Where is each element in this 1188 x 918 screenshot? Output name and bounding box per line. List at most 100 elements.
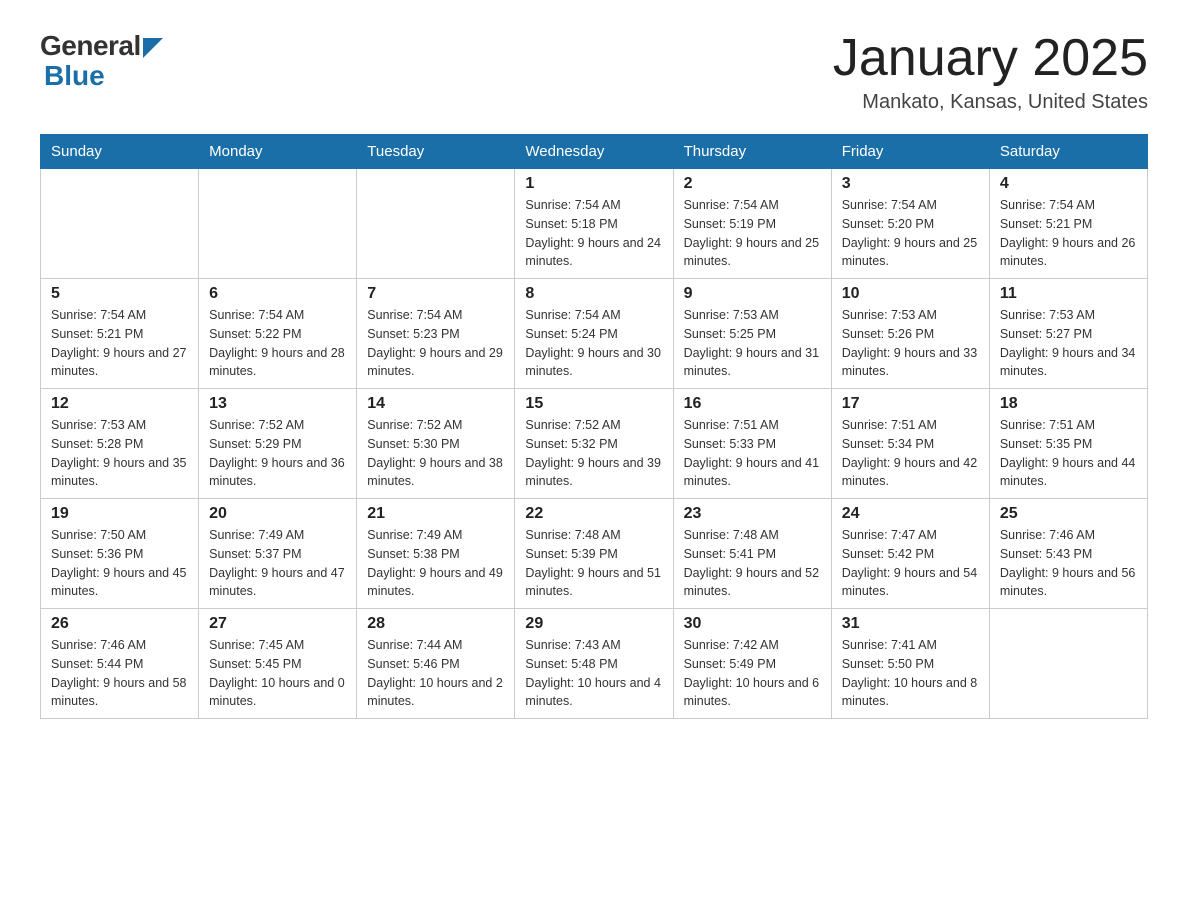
- calendar-cell: 21 Sunrise: 7:49 AMSunset: 5:38 PMDayligh…: [357, 499, 515, 609]
- day-info: Sunrise: 7:48 AMSunset: 5:39 PMDaylight:…: [525, 526, 662, 601]
- calendar-location: Mankato, Kansas, United States: [833, 91, 1148, 114]
- day-number: 14: [367, 395, 504, 413]
- day-info: Sunrise: 7:54 AMSunset: 5:21 PMDaylight:…: [1000, 196, 1137, 271]
- weekday-header-row: SundayMondayTuesdayWednesdayThursdayFrid…: [41, 135, 1148, 169]
- day-info: Sunrise: 7:49 AMSunset: 5:38 PMDaylight:…: [367, 526, 504, 601]
- calendar-cell: 20 Sunrise: 7:49 AMSunset: 5:37 PMDayligh…: [199, 499, 357, 609]
- weekday-header-wednesday: Wednesday: [515, 135, 673, 169]
- page-header: General Blue January 2025 Mankato, Kansa…: [40, 30, 1148, 114]
- calendar-cell: 22 Sunrise: 7:48 AMSunset: 5:39 PMDayligh…: [515, 499, 673, 609]
- day-info: Sunrise: 7:46 AMSunset: 5:43 PMDaylight:…: [1000, 526, 1137, 601]
- day-info: Sunrise: 7:54 AMSunset: 5:24 PMDaylight:…: [525, 306, 662, 381]
- day-info: Sunrise: 7:49 AMSunset: 5:37 PMDaylight:…: [209, 526, 346, 601]
- calendar-cell: [41, 169, 199, 279]
- logo-triangle-icon: [143, 38, 163, 58]
- calendar-cell: 2 Sunrise: 7:54 AMSunset: 5:19 PMDaylight…: [673, 169, 831, 279]
- day-number: 4: [1000, 175, 1137, 193]
- day-number: 28: [367, 615, 504, 633]
- day-info: Sunrise: 7:54 AMSunset: 5:19 PMDaylight:…: [684, 196, 821, 271]
- day-number: 3: [842, 175, 979, 193]
- day-number: 6: [209, 285, 346, 303]
- weekday-header-saturday: Saturday: [989, 135, 1147, 169]
- calendar-cell: 25Sunrise: 7:46 AMSunset: 5:43 PMDayligh…: [989, 499, 1147, 609]
- day-number: 15: [525, 395, 662, 413]
- day-number: 13: [209, 395, 346, 413]
- day-number: 30: [684, 615, 821, 633]
- calendar-cell: [199, 169, 357, 279]
- day-info: Sunrise: 7:53 AMSunset: 5:26 PMDaylight:…: [842, 306, 979, 381]
- day-number: 20: [209, 505, 346, 523]
- day-number: 9: [684, 285, 821, 303]
- day-info: Sunrise: 7:48 AMSunset: 5:41 PMDaylight:…: [684, 526, 821, 601]
- calendar-cell: 26 Sunrise: 7:46 AMSunset: 5:44 PMDayligh…: [41, 609, 199, 719]
- day-info: Sunrise: 7:53 AMSunset: 5:25 PMDaylight:…: [684, 306, 821, 381]
- calendar-cell: 13Sunrise: 7:52 AMSunset: 5:29 PMDayligh…: [199, 389, 357, 499]
- calendar-cell: 31 Sunrise: 7:41 AMSunset: 5:50 PMDayligh…: [831, 609, 989, 719]
- calendar-cell: 8 Sunrise: 7:54 AMSunset: 5:24 PMDaylight…: [515, 279, 673, 389]
- calendar-cell: 5 Sunrise: 7:54 AMSunset: 5:21 PMDaylight…: [41, 279, 199, 389]
- day-number: 19: [51, 505, 188, 523]
- calendar-cell: 9 Sunrise: 7:53 AMSunset: 5:25 PMDaylight…: [673, 279, 831, 389]
- day-info: Sunrise: 7:53 AMSunset: 5:28 PMDaylight:…: [51, 416, 188, 491]
- day-number: 24: [842, 505, 979, 523]
- calendar-cell: [989, 609, 1147, 719]
- day-number: 2: [684, 175, 821, 193]
- day-number: 11: [1000, 285, 1137, 303]
- weekday-header-friday: Friday: [831, 135, 989, 169]
- title-block: January 2025 Mankato, Kansas, United Sta…: [833, 30, 1148, 114]
- day-number: 18: [1000, 395, 1137, 413]
- calendar-cell: 7Sunrise: 7:54 AMSunset: 5:23 PMDaylight…: [357, 279, 515, 389]
- calendar-title: January 2025: [833, 30, 1148, 87]
- day-info: Sunrise: 7:41 AMSunset: 5:50 PMDaylight:…: [842, 636, 979, 711]
- day-number: 22: [525, 505, 662, 523]
- calendar-cell: 16 Sunrise: 7:51 AMSunset: 5:33 PMDayligh…: [673, 389, 831, 499]
- calendar-cell: 23 Sunrise: 7:48 AMSunset: 5:41 PMDayligh…: [673, 499, 831, 609]
- calendar-cell: 10 Sunrise: 7:53 AMSunset: 5:26 PMDayligh…: [831, 279, 989, 389]
- calendar-week-2: 5 Sunrise: 7:54 AMSunset: 5:21 PMDaylight…: [41, 279, 1148, 389]
- day-info: Sunrise: 7:54 AMSunset: 5:21 PMDaylight:…: [51, 306, 188, 381]
- day-info: Sunrise: 7:52 AMSunset: 5:32 PMDaylight:…: [525, 416, 662, 491]
- day-number: 29: [525, 615, 662, 633]
- day-info: Sunrise: 7:54 AMSunset: 5:18 PMDaylight:…: [525, 196, 662, 271]
- day-number: 26: [51, 615, 188, 633]
- calendar-cell: 30Sunrise: 7:42 AMSunset: 5:49 PMDayligh…: [673, 609, 831, 719]
- day-number: 23: [684, 505, 821, 523]
- day-info: Sunrise: 7:46 AMSunset: 5:44 PMDaylight:…: [51, 636, 188, 711]
- calendar-week-4: 19 Sunrise: 7:50 AMSunset: 5:36 PMDayligh…: [41, 499, 1148, 609]
- day-number: 12: [51, 395, 188, 413]
- day-number: 5: [51, 285, 188, 303]
- day-number: 21: [367, 505, 504, 523]
- calendar-week-5: 26 Sunrise: 7:46 AMSunset: 5:44 PMDayligh…: [41, 609, 1148, 719]
- calendar-cell: 17Sunrise: 7:51 AMSunset: 5:34 PMDayligh…: [831, 389, 989, 499]
- logo: General Blue: [40, 30, 163, 90]
- calendar-cell: 28 Sunrise: 7:44 AMSunset: 5:46 PMDayligh…: [357, 609, 515, 719]
- day-info: Sunrise: 7:54 AMSunset: 5:20 PMDaylight:…: [842, 196, 979, 271]
- calendar-cell: 4 Sunrise: 7:54 AMSunset: 5:21 PMDaylight…: [989, 169, 1147, 279]
- day-info: Sunrise: 7:50 AMSunset: 5:36 PMDaylight:…: [51, 526, 188, 601]
- calendar-table: SundayMondayTuesdayWednesdayThursdayFrid…: [40, 134, 1148, 719]
- weekday-header-sunday: Sunday: [41, 135, 199, 169]
- calendar-week-1: 1Sunrise: 7:54 AMSunset: 5:18 PMDaylight…: [41, 169, 1148, 279]
- weekday-header-tuesday: Tuesday: [357, 135, 515, 169]
- calendar-cell: 15 Sunrise: 7:52 AMSunset: 5:32 PMDayligh…: [515, 389, 673, 499]
- day-info: Sunrise: 7:53 AMSunset: 5:27 PMDaylight:…: [1000, 306, 1137, 381]
- day-info: Sunrise: 7:45 AMSunset: 5:45 PMDaylight:…: [209, 636, 346, 711]
- logo-blue-text: Blue: [44, 62, 163, 90]
- day-info: Sunrise: 7:47 AMSunset: 5:42 PMDaylight:…: [842, 526, 979, 601]
- day-info: Sunrise: 7:52 AMSunset: 5:30 PMDaylight:…: [367, 416, 504, 491]
- day-info: Sunrise: 7:51 AMSunset: 5:33 PMDaylight:…: [684, 416, 821, 491]
- calendar-cell: 11 Sunrise: 7:53 AMSunset: 5:27 PMDayligh…: [989, 279, 1147, 389]
- day-number: 7: [367, 285, 504, 303]
- calendar-cell: 12 Sunrise: 7:53 AMSunset: 5:28 PMDayligh…: [41, 389, 199, 499]
- day-info: Sunrise: 7:44 AMSunset: 5:46 PMDaylight:…: [367, 636, 504, 711]
- calendar-cell: 6Sunrise: 7:54 AMSunset: 5:22 PMDaylight…: [199, 279, 357, 389]
- calendar-cell: 24 Sunrise: 7:47 AMSunset: 5:42 PMDayligh…: [831, 499, 989, 609]
- calendar-cell: 14 Sunrise: 7:52 AMSunset: 5:30 PMDayligh…: [357, 389, 515, 499]
- day-number: 10: [842, 285, 979, 303]
- day-number: 16: [684, 395, 821, 413]
- day-info: Sunrise: 7:43 AMSunset: 5:48 PMDaylight:…: [525, 636, 662, 711]
- day-number: 17: [842, 395, 979, 413]
- day-number: 31: [842, 615, 979, 633]
- day-number: 8: [525, 285, 662, 303]
- calendar-cell: 1Sunrise: 7:54 AMSunset: 5:18 PMDaylight…: [515, 169, 673, 279]
